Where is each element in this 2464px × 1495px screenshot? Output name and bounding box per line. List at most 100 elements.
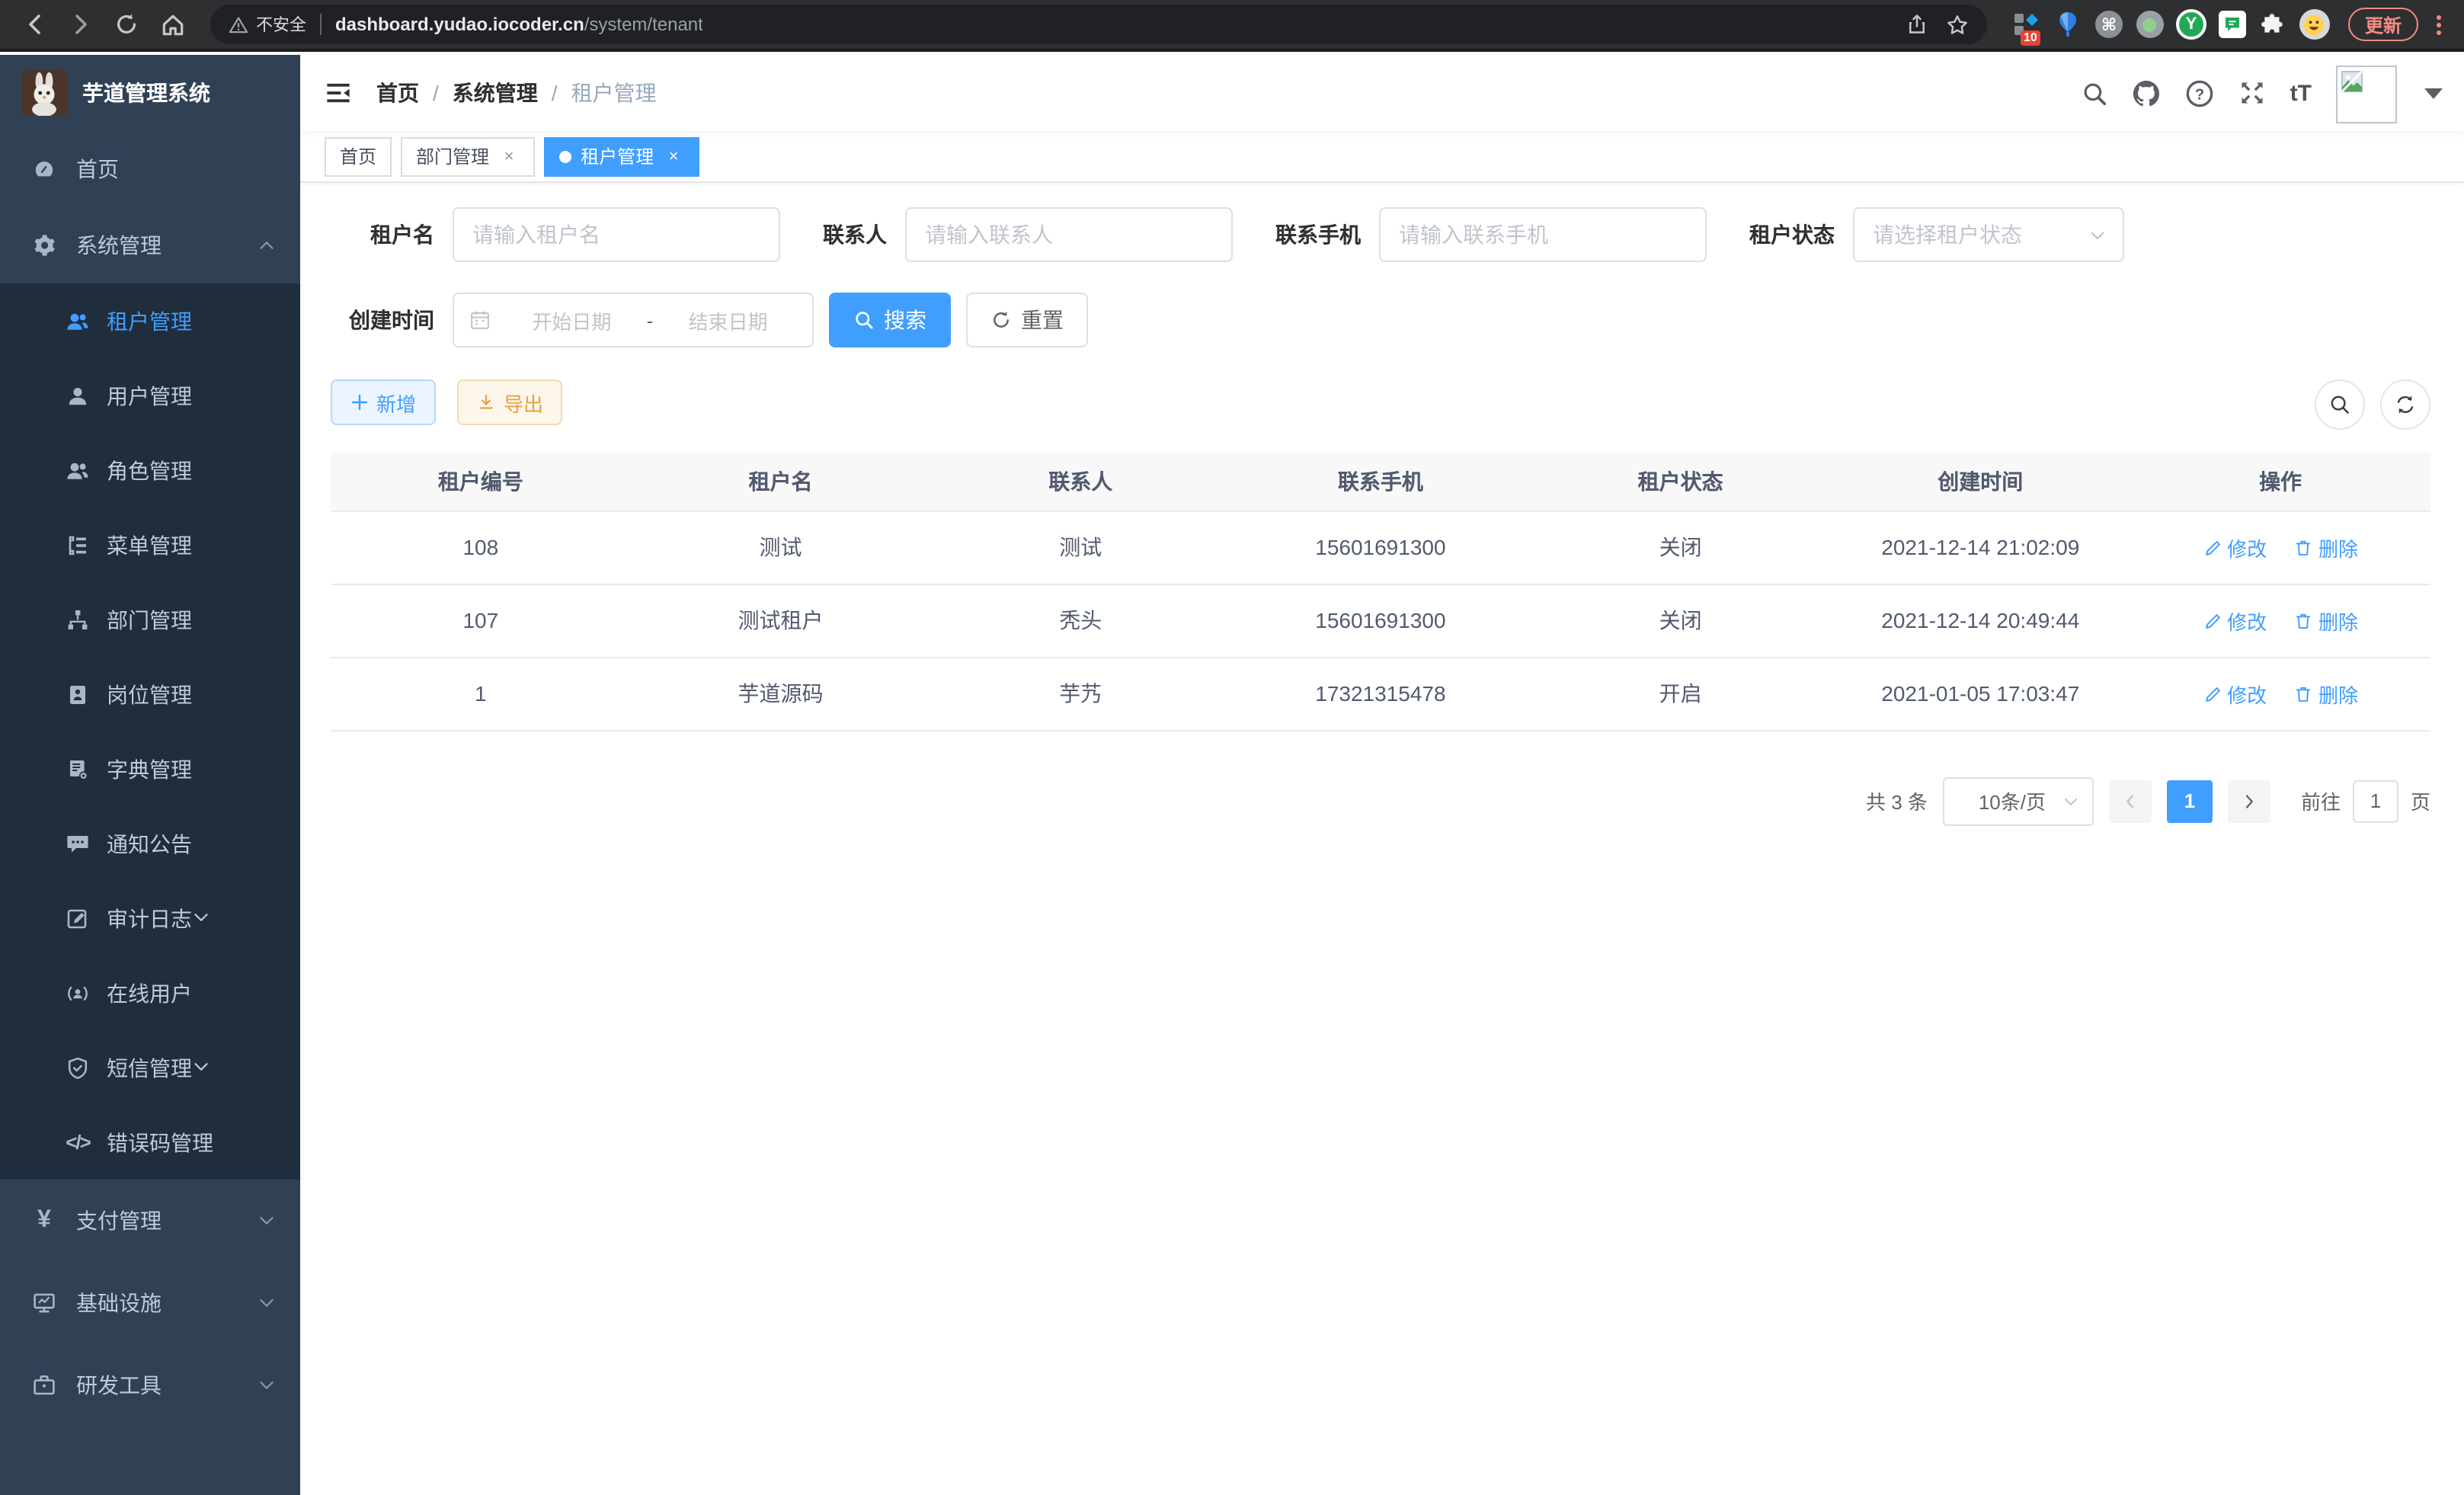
browser-back-button[interactable]	[15, 5, 55, 44]
cell-tenant-name: 测试	[631, 511, 931, 584]
sidebar-collapse-button[interactable]	[300, 79, 376, 107]
tag-dept[interactable]: 部门管理×	[401, 136, 535, 176]
app-logo-row[interactable]: 芋道管理系统	[0, 55, 300, 131]
url-text: dashboard.yudao.iocoder.cn/system/tenant	[335, 14, 703, 35]
github-icon	[2132, 78, 2161, 107]
sidebar-item-devtools[interactable]: 研发工具	[0, 1344, 300, 1426]
chevron-down-icon	[258, 1376, 276, 1394]
avatar[interactable]	[2336, 66, 2397, 123]
tag-tenant[interactable]: 租户管理×	[544, 136, 699, 176]
tree-table-icon	[64, 533, 91, 557]
sidebar-item-system[interactable]: 系统管理	[0, 207, 300, 283]
sidebar-item-error-code[interactable]: </> 错误码管理	[0, 1105, 300, 1180]
goto-page-input[interactable]	[2353, 780, 2398, 822]
sidebar-item-pay[interactable]: ¥ 支付管理	[0, 1180, 300, 1262]
home-icon	[159, 11, 185, 37]
sidebar-item-label: 基础设施	[76, 1288, 162, 1318]
contact-input[interactable]	[905, 207, 1233, 262]
share-button[interactable]	[1906, 14, 1928, 35]
add-button[interactable]: 新增	[331, 379, 436, 425]
download-icon	[478, 393, 496, 411]
avatar-dropdown-caret[interactable]	[2424, 88, 2443, 98]
browser-forward-button[interactable]	[61, 5, 101, 44]
prev-page-button[interactable]	[2109, 780, 2152, 822]
status-select[interactable]: 请选择租户状态	[1853, 207, 2124, 262]
sidebar-item-role[interactable]: 角色管理	[0, 433, 300, 507]
address-divider	[320, 14, 322, 35]
extension-chat-icon[interactable]	[2217, 9, 2248, 40]
pagination-total: 共 3 条	[1866, 786, 1928, 815]
extension-puzzle-icon[interactable]	[2258, 9, 2289, 40]
export-button[interactable]: 导出	[458, 379, 563, 425]
extension-emoji-icon[interactable]	[2299, 9, 2330, 40]
edit-button[interactable]: 修改	[2203, 533, 2267, 562]
sidebar-item-audit-log[interactable]: 审计日志	[0, 881, 300, 956]
sidebar-item-dict[interactable]: 字典管理	[0, 731, 300, 806]
org-tree-icon	[64, 607, 91, 632]
tag-close-icon[interactable]: ×	[663, 146, 684, 167]
reset-button[interactable]: 重置	[966, 293, 1088, 347]
filter-label-contact: 联系人	[823, 219, 887, 250]
code-icon: </>	[64, 1131, 91, 1154]
bookmark-button[interactable]	[1946, 13, 1969, 36]
header-search-button[interactable]	[2082, 80, 2107, 106]
page-content: 租户名 联系人 联系手机 租户状态 请选择租户状态	[300, 183, 2464, 1495]
create-time-range-picker[interactable]: 开始日期 - 结束日期	[453, 293, 814, 347]
sidebar-item-online-users[interactable]: 在线用户	[0, 956, 300, 1030]
url-host: dashboard.yudao.iocoder.cn	[335, 14, 584, 35]
extension-recorder-icon[interactable]	[2135, 9, 2165, 40]
docs-help-button[interactable]: ?	[2185, 78, 2214, 107]
cell-tenant-id: 1	[331, 657, 631, 730]
mobile-input[interactable]	[1379, 207, 1707, 262]
page-size-select[interactable]: 10条/页	[1943, 776, 2094, 825]
edit-button[interactable]: 修改	[2203, 679, 2267, 708]
search-button[interactable]: 搜索	[829, 293, 951, 347]
tag-home[interactable]: 首页	[325, 136, 392, 176]
sidebar-submenu-system: 租户管理 用户管理 角色管理 菜单管理 部门管理	[0, 283, 300, 1180]
active-tag-dot	[559, 150, 571, 162]
address-bar[interactable]: 不安全 dashboard.yudao.iocoder.cn/system/te…	[210, 5, 1987, 44]
cell-tenant-name: 测试租户	[631, 584, 931, 657]
tag-close-icon[interactable]: ×	[498, 146, 520, 167]
fullscreen-button[interactable]	[2238, 79, 2266, 107]
github-button[interactable]	[2132, 78, 2161, 107]
sidebar-item-sms[interactable]: 短信管理	[0, 1030, 300, 1105]
extension-tampermonkey-icon[interactable]: 10	[2011, 9, 2042, 40]
edit-button[interactable]: 修改	[2203, 606, 2267, 635]
sidebar-item-label: 系统管理	[76, 230, 162, 261]
sidebar-item-dept[interactable]: 部门管理	[0, 582, 300, 657]
delete-button[interactable]: 删除	[2294, 533, 2358, 562]
next-page-button[interactable]	[2228, 780, 2270, 822]
sidebar-item-user[interactable]: 用户管理	[0, 358, 300, 433]
browser-home-button[interactable]	[152, 5, 192, 44]
font-size-button[interactable]: tT	[2290, 80, 2312, 106]
question-circle-icon: ?	[2185, 78, 2214, 107]
breadcrumb-separator: /	[552, 81, 558, 105]
breadcrumb-system[interactable]: 系统管理	[453, 78, 538, 108]
extension-balloon-icon[interactable]	[2053, 9, 2083, 40]
breadcrumb-home[interactable]: 首页	[376, 78, 419, 108]
chevron-down-icon	[2088, 225, 2107, 245]
extension-y-icon[interactable]: Y	[2176, 9, 2206, 40]
tenant-name-input[interactable]	[453, 207, 780, 262]
sidebar-item-infra[interactable]: 基础设施	[0, 1262, 300, 1344]
sidebar-item-home[interactable]: 首页	[0, 131, 300, 207]
dashboard-gauge-icon	[30, 157, 58, 181]
date-range-separator: -	[641, 309, 660, 331]
delete-button[interactable]: 删除	[2294, 606, 2358, 635]
sidebar-item-tenant[interactable]: 租户管理	[0, 283, 300, 358]
delete-button[interactable]: 删除	[2294, 679, 2358, 708]
delete-button-label: 删除	[2318, 606, 2358, 635]
sidebar-item-post[interactable]: 岗位管理	[0, 657, 300, 731]
browser-update-button[interactable]: 更新	[2348, 8, 2418, 41]
extension-command-icon[interactable]: ⌘	[2094, 9, 2124, 40]
sidebar-item-menu[interactable]: 菜单管理	[0, 507, 300, 582]
browser-menu-button[interactable]	[2427, 14, 2449, 34]
sidebar-item-notice[interactable]: 通知公告	[0, 806, 300, 881]
refresh-table-button[interactable]	[2380, 379, 2430, 430]
toggle-search-button[interactable]	[2315, 379, 2365, 430]
cell-created: 2021-12-14 20:49:44	[1830, 584, 2130, 657]
cell-created: 2021-01-05 17:03:47	[1830, 657, 2130, 730]
page-number-1[interactable]: 1	[2167, 780, 2213, 822]
browser-reload-button[interactable]	[107, 5, 146, 44]
